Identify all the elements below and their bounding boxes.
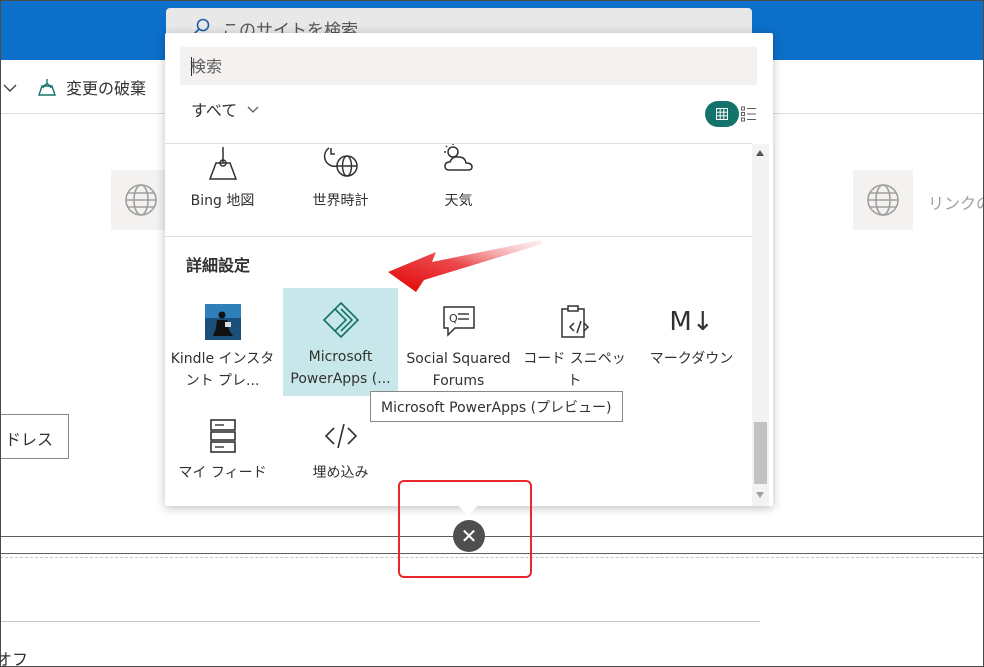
markdown-glyph: M↓	[669, 307, 714, 337]
view-toggle	[705, 101, 757, 127]
tile-markdown[interactable]: M↓ マークダウン	[634, 292, 749, 370]
divider-line	[0, 621, 760, 622]
category-filter-label: すべて	[191, 101, 238, 120]
tile-kindle[interactable]: Kindle インスタント プレ...	[165, 292, 280, 392]
kindle-icon	[203, 302, 243, 342]
link-label: リンクの	[928, 194, 984, 213]
tooltip: Microsoft PowerApps (プレビュー)	[370, 391, 623, 422]
embed-icon	[321, 416, 361, 456]
tile-my-feed[interactable]: マイ フィード	[165, 406, 280, 484]
chevron-down-icon	[247, 106, 259, 113]
tile-label: Kindle インスタント プレ...	[170, 351, 275, 389]
webpart-tiles-area: Bing 地図 世界時計 天気 詳細設定 Kindle インスタント プレ...…	[165, 144, 752, 506]
code-snippet-icon	[555, 302, 595, 342]
tile-world-clock[interactable]: 世界時計	[283, 144, 398, 212]
chevron-down-icon[interactable]	[2, 80, 18, 96]
section-border-top	[0, 536, 984, 537]
section-divider	[165, 236, 752, 237]
map-pin-icon	[203, 144, 243, 184]
weather-icon	[439, 144, 479, 184]
list-view-icon[interactable]	[741, 106, 757, 122]
tile-label: 世界時計	[312, 193, 369, 209]
discard-icon	[38, 79, 56, 96]
scroll-down-arrow[interactable]	[756, 492, 764, 498]
grid-view-button[interactable]	[705, 101, 739, 127]
tile-label: 埋め込み	[312, 465, 369, 481]
world-clock-icon	[321, 144, 361, 184]
category-filter-dropdown[interactable]: すべて	[191, 97, 259, 121]
text-caret	[191, 57, 192, 76]
scroll-up-arrow[interactable]	[756, 150, 764, 156]
bottom-label: オフ	[0, 650, 29, 667]
tile-weather[interactable]: 天気	[401, 144, 516, 212]
section-title-advanced: 詳細設定	[186, 256, 251, 275]
address-button[interactable]: ドレス	[0, 414, 69, 459]
tile-label: 天気	[444, 193, 473, 209]
tile-microsoft-powerapps[interactable]: Microsoft PowerApps (...	[283, 288, 398, 396]
tile-label: Bing 地図	[190, 193, 255, 209]
tile-label: マークダウン	[649, 351, 734, 367]
close-picker-button[interactable]: ✕	[453, 520, 485, 552]
section-dashed-line	[0, 557, 984, 558]
tile-social-squared-forums[interactable]: Q Social Squared Forums	[401, 292, 516, 392]
powerapps-icon	[321, 300, 361, 340]
picker-pointer	[457, 504, 479, 516]
globe-tile-right	[853, 170, 913, 230]
tile-bing-maps[interactable]: Bing 地図	[165, 144, 280, 212]
webpart-picker-panel: すべて	[165, 33, 773, 506]
discard-changes-button[interactable]: 変更の破棄	[36, 74, 146, 100]
my-feed-icon	[203, 416, 243, 456]
globe-icon	[125, 184, 157, 216]
scroll-thumb[interactable]	[754, 422, 767, 484]
tile-label: マイ フィード	[178, 465, 267, 481]
discard-changes-label: 変更の破棄	[66, 79, 147, 98]
forums-icon: Q	[439, 302, 479, 342]
markdown-icon: M↓	[669, 302, 714, 342]
picker-search-box[interactable]	[180, 47, 757, 85]
tile-code-snippet[interactable]: コード スニペット	[517, 292, 632, 392]
svg-text:Q: Q	[449, 312, 458, 325]
section-border-bottom	[0, 553, 984, 554]
close-icon: ✕	[460, 524, 478, 548]
tile-label: Social Squared Forums	[406, 351, 511, 389]
globe-icon	[867, 184, 899, 216]
picker-search-input[interactable]	[180, 47, 757, 85]
tile-label: Microsoft PowerApps (...	[290, 349, 391, 387]
globe-tile-left	[111, 170, 171, 230]
picker-scrollbar[interactable]	[752, 144, 769, 506]
grid-icon	[716, 108, 728, 120]
tile-label: コード スニペット	[523, 351, 626, 389]
